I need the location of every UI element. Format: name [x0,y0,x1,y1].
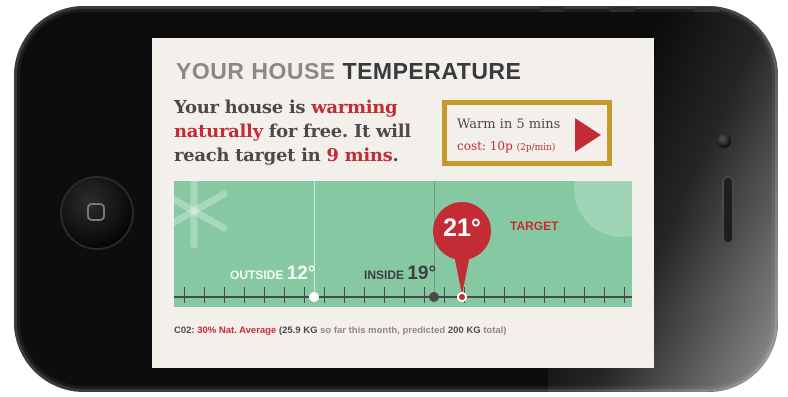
front-camera [717,134,731,148]
outside-marker [309,292,319,302]
outside-temp-value: 12° [286,263,316,284]
scale-tick [444,287,445,303]
warm-now-button[interactable]: Warm in 5 mins cost: 10p (2p/min) [442,100,612,166]
inside-temp-label: INSIDE 19° [364,263,436,285]
scale-tick [564,287,565,303]
headline-text: Your house is [174,97,312,118]
target-marker[interactable] [457,292,467,302]
scale-tick [544,287,545,303]
page-title: YOUR HOUSE TEMPERATURE [176,58,521,85]
cost-prefix: cost: [457,139,490,153]
target-label: TARGET [510,219,559,233]
status-headline: Your house is warming naturally for free… [174,96,436,168]
co2-amount: 25.9 KG [282,325,318,336]
scale-tick [224,287,225,303]
title-bold: TEMPERATURE [342,58,522,84]
scale-tick [264,287,265,303]
warm-time-label: Warm in 5 mins [457,117,561,132]
scale-tick [324,287,325,303]
headline-mins: 9 mins [326,145,393,166]
scale-tick [524,287,525,303]
footer-text: so far this month, predicted [317,325,448,336]
target-temp-value: 21° [443,214,481,242]
temperature-panel: OUTSIDE 12° INSIDE 19° 21° TARGET [174,181,632,307]
home-button[interactable] [60,176,134,250]
co2-footer: C02: 30% Nat. Average (25.9 KG so far th… [174,325,506,336]
scale-tick [484,287,485,303]
scale-tick [424,287,425,303]
scale-tick [284,287,285,303]
app-screen: YOUR HOUSE TEMPERATURE Your house is war… [152,38,654,368]
cost-value: 10p [489,139,513,153]
play-triangle-icon [575,118,601,152]
scale-tick [204,287,205,303]
sun-icon [574,181,632,237]
outside-label-text: OUTSIDE [230,268,284,282]
headline-warming: warming [311,97,398,118]
title-light: YOUR HOUSE [176,58,336,84]
earpiece-speaker [722,176,734,244]
cost-label: cost: 10p (2p/min) [457,139,555,153]
scale-tick [384,287,385,303]
co2-predicted: 200 KG [447,325,481,336]
scale-tick [344,287,345,303]
footer-text-end: total) [480,325,507,336]
scale-tick [584,287,585,303]
scale-tick [304,287,305,303]
scale-tick [364,287,365,303]
outside-temp-label: OUTSIDE 12° [230,263,315,285]
headline-naturally: naturally [174,121,263,142]
inside-label-text: INSIDE [364,268,405,282]
inside-marker [429,292,439,302]
snowflake-icon [174,181,228,249]
scale-tick [184,287,185,303]
scale-tick [244,287,245,303]
cost-rate: (2p/min) [516,143,556,153]
co2-label: C02: [174,325,198,336]
scale-tick [504,287,505,303]
scale-tick [604,287,605,303]
home-square-icon [87,203,105,221]
scale-tick [624,287,625,303]
co2-percentage: 30% Nat. Average [197,325,277,336]
scale-tick [404,287,405,303]
headline-text: . [392,145,399,166]
